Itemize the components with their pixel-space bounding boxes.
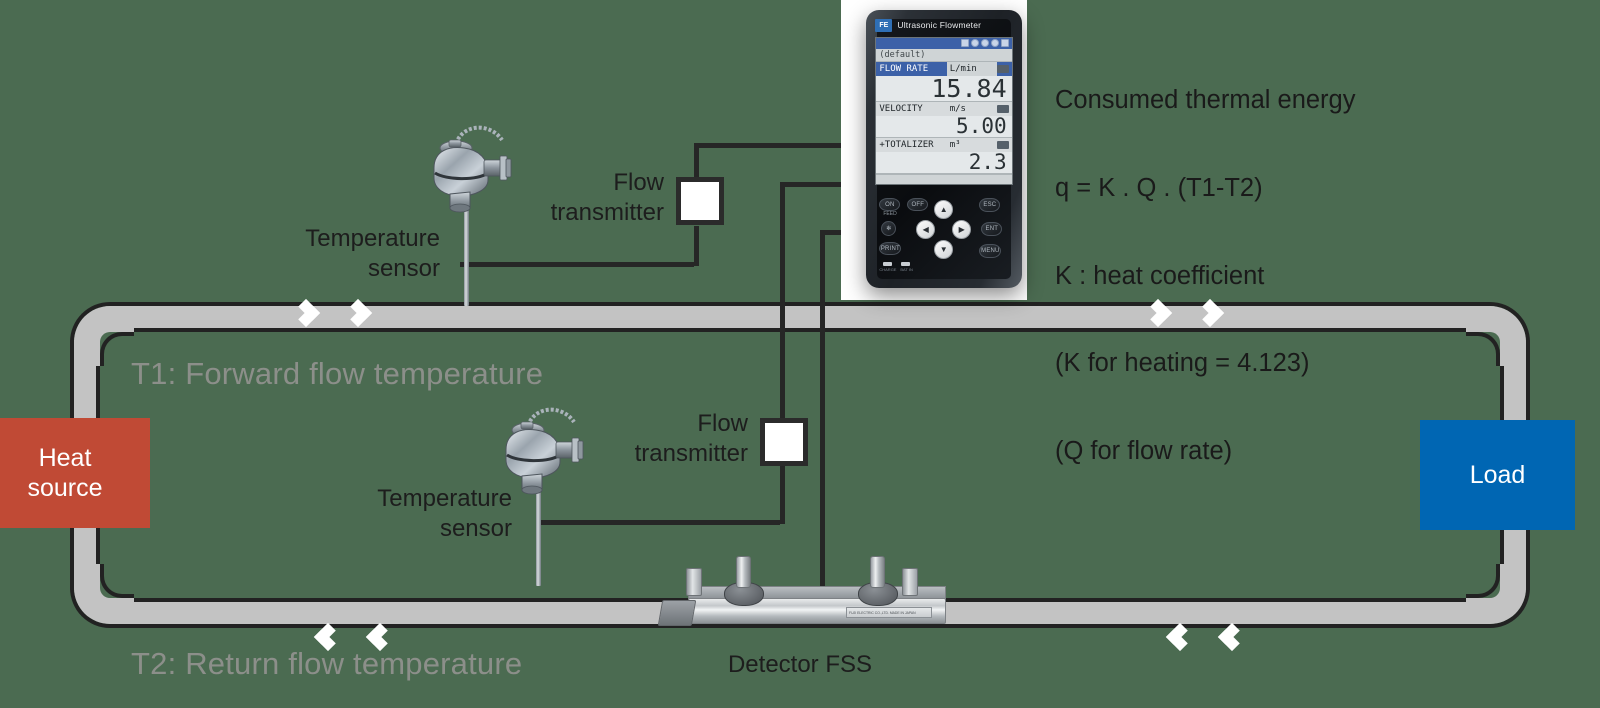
detector-fss-label: Detector FSS [727,651,873,678]
battery-led [901,262,911,267]
ts-return-line2: sensor [439,514,512,542]
fss-nameplate-text: FUJI ELECTRIC CO.,LTD. MADE IN JAPAN [849,610,916,615]
arrow-up-icon: ▲ [939,204,948,214]
lcd-velocity-name: VELOCITY [879,103,923,114]
device-lcd-screen: (default) FLOW RATE L/min 15.84 VELOCITY… [875,36,1013,186]
battery-icon [1000,39,1009,48]
wire-detector-to-device [820,230,825,590]
ultrasonic-flowmeter-device[interactable]: FE Ultrasonic Flowmeter (default) FLOW R… [866,10,1022,288]
thermocouple-head-icon [433,125,512,213]
ts-forward-line1: Temperature [305,225,440,252]
wireless-icon [990,39,999,48]
power-on-button[interactable]: ON [879,198,901,212]
lcd-totalizer-indicator [996,140,1009,149]
fss-connector-2 [902,568,918,596]
load-box: Load [1420,420,1575,530]
lcd-flow-rate-name: FLOW RATE [879,63,929,74]
wire-transmitter-forward-up [694,143,699,179]
load-label: Load [1469,460,1526,489]
formula-line-5: (Q for flow rate) [1055,436,1233,465]
lcd-totalizer-name: +TOTALIZER [879,139,934,150]
fss-end-cap [657,600,697,626]
temperature-icon [970,39,979,48]
charge-led [883,262,893,267]
arrow-left-icon: ◀ [922,224,930,234]
lcd-velocity-unit: m/s [949,103,966,114]
diagram-canvas: T1: Forward flow temperature T2: Return … [0,0,1600,708]
formula-line-2: q = K . Q . (T1-T2) [1055,173,1263,202]
battery-led-label: BAT IN [900,267,913,273]
temperature-sensor-return-label: Temperature sensor [340,484,512,544]
flow-transmitter-forward-line2: transmitter [550,198,664,226]
flow-transmitter-forward-line1: Flow [613,169,664,196]
heat-source-line1: Heat [38,443,92,472]
formula-line-3: K : heat coefficient [1055,261,1265,290]
fss-transducer-stud-1 [736,556,751,588]
wire-transmitter-return-down [780,464,785,524]
lcd-totalizer-value: 2.3 [876,151,1012,174]
forward-flow-label: T1: Forward flow temperature [131,356,544,391]
wire-transmitter-return-up [780,182,785,422]
signal-icon [960,39,969,48]
ent-button[interactable]: ENT [981,222,1003,237]
flow-transmitter-forward[interactable] [676,177,724,225]
arrow-right-icon: ▶ [958,224,966,234]
print-button[interactable]: PRINT [879,242,902,256]
lcd-flow-rate-value: 15.84 [876,75,1012,102]
device-keypad: ON FEED OFF ✻ PRINT ESC ENT MENU ▲ ◀ ▶ ▼… [875,192,1012,281]
arrow-down-icon: ▼ [939,244,948,254]
arrow-down-button[interactable]: ▼ [934,240,954,260]
heat-source-box: Heat source [0,418,150,528]
detector-fss[interactable]: FUJI ELECTRIC CO.,LTD. MADE IN JAPAN [650,548,950,640]
lcd-totalizer-unit: m³ [949,139,961,150]
arrow-left-button[interactable]: ◀ [916,220,936,240]
ts-return-line1: Temperature [377,485,512,512]
backlight-button[interactable]: ✻ [881,221,897,237]
power-on-sub-label: FEED [883,211,897,218]
charge-led-label: CHARGE [879,267,897,273]
lcd-tag-name: (default) [876,48,1012,62]
flow-transmitter-return-line2: transmitter [634,439,748,467]
flow-transmitter-forward-label: Flow transmitter [536,168,664,228]
temperature-sensor-forward-label: Temperature sensor [268,224,440,284]
lcd-velocity-indicator [996,104,1009,113]
formula-line-1: Consumed thermal energy [1055,86,1356,115]
arrow-up-button[interactable]: ▲ [934,200,954,220]
lcd-velocity-value: 5.00 [876,115,1012,138]
device-brand-bar: FE Ultrasonic Flowmeter [875,16,1012,34]
fss-nameplate: FUJI ELECTRIC CO.,LTD. MADE IN JAPAN [846,607,932,618]
menu-button[interactable]: MENU [979,244,1002,259]
power-off-button[interactable]: OFF [907,198,929,212]
formula-block: Consumed thermal energy q = K . Q . (T1-… [1055,28,1355,524]
fss-transducer-stud-2 [870,556,885,588]
alarm-icon [980,39,989,48]
esc-button[interactable]: ESC [979,198,1001,213]
lcd-flow-rate-indicator [996,64,1009,73]
flow-transmitter-return-line1: Flow [697,410,748,437]
return-flow-label: T2: Return flow temperature [131,646,523,681]
heat-source-line2: source [27,474,103,502]
flow-transmitter-return[interactable] [760,418,808,466]
flow-transmitter-return-label: Flow transmitter [618,409,748,469]
wire-transmitter-forward-down [694,226,699,266]
arrow-right-button[interactable]: ▶ [952,220,972,240]
lcd-status-bar [876,37,1012,49]
device-brand-text: Ultrasonic Flowmeter [897,20,982,31]
fuji-logo-icon: FE [875,18,893,32]
fss-connector-1 [686,568,702,596]
lcd-footer-area [876,173,1012,185]
formula-line-4: (K for heating = 4.123) [1055,349,1310,378]
ts-forward-line2: sensor [367,254,440,282]
